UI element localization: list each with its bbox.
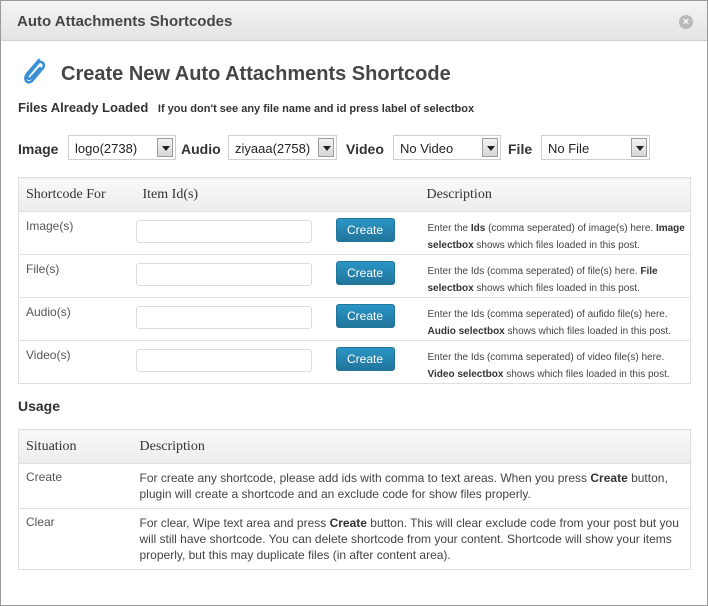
chevron-down-icon <box>631 138 647 157</box>
file-select[interactable]: No File <box>541 135 650 160</box>
chevron-down-icon <box>318 138 334 157</box>
usage-description: For clear, Wipe text area and press Crea… <box>139 516 679 562</box>
video-select-label[interactable]: Video <box>346 141 384 157</box>
row-label: Video(s) <box>26 348 71 362</box>
table-row: Audio(s) Create Enter the Ids (comma sep… <box>18 297 691 341</box>
table-row: Video(s) Create Enter the Ids (comma sep… <box>19 341 691 384</box>
row-description: Enter the Ids (comma seperated) of video… <box>427 352 670 380</box>
chevron-down-icon <box>157 138 173 157</box>
image-ids-input[interactable] <box>135 220 312 243</box>
usage-heading: Usage <box>18 398 61 414</box>
image-select-value: logo(2738) <box>75 141 138 156</box>
column-header: Situation <box>18 429 133 464</box>
column-header: Shortcode For <box>18 177 136 212</box>
close-icon[interactable]: × <box>679 15 693 29</box>
column-header: Description <box>419 177 691 212</box>
table-row: Create For create any shortcode, please … <box>18 463 691 509</box>
audio-select-value: ziyaaa(2758) <box>235 141 311 156</box>
image-select[interactable]: logo(2738) <box>68 135 176 160</box>
audio-ids-input[interactable] <box>135 306 312 329</box>
page-heading: Create New Auto Attachments Shortcode <box>19 57 451 91</box>
video-select-value: No Video <box>400 141 454 156</box>
create-audio-button[interactable]: Create <box>335 304 395 328</box>
page-title: Create New Auto Attachments Shortcode <box>61 62 451 85</box>
image-select-label[interactable]: Image <box>18 141 58 157</box>
usage-situation: Create <box>18 463 133 509</box>
file-select-label[interactable]: File <box>508 141 532 157</box>
paperclip-icon <box>24 58 46 84</box>
shortcode-table: Shortcode For Item Id(s) Description Ima… <box>18 177 691 384</box>
dialog: Auto Attachments Shortcodes × Create New… <box>0 0 708 606</box>
row-label: File(s) <box>18 254 136 298</box>
column-header <box>335 177 420 212</box>
usage-table: Situation Description Create For create … <box>18 429 691 570</box>
row-label: Audio(s) <box>18 297 136 341</box>
usage-description: For create any shortcode, please add ids… <box>132 463 691 509</box>
file-select-value: No File <box>548 141 590 156</box>
video-select[interactable]: No Video <box>393 135 501 160</box>
table-row: Image(s) Create Enter the Ids (comma sep… <box>18 211 691 255</box>
column-header: Description <box>132 429 691 464</box>
usage-situation: Clear <box>26 515 55 529</box>
row-description: Enter the Ids (comma seperated) of file(… <box>419 254 691 298</box>
row-description: Enter the Ids (comma seperated) of image… <box>419 211 691 255</box>
dialog-title: Auto Attachments Shortcodes <box>17 13 233 30</box>
audio-select-label[interactable]: Audio <box>181 141 221 157</box>
files-loaded-label: Files Already Loaded If you don't see an… <box>18 100 474 115</box>
file-ids-input[interactable] <box>135 263 312 286</box>
video-ids-input[interactable] <box>135 349 312 372</box>
table-row: Clear For clear, Wipe text area and pres… <box>19 509 691 570</box>
table-row: File(s) Create Enter the Ids (comma sepe… <box>18 254 691 298</box>
chevron-down-icon <box>482 138 498 157</box>
files-loaded-title: Files Already Loaded <box>18 100 149 115</box>
create-file-button[interactable]: Create <box>335 261 395 285</box>
row-label: Image(s) <box>18 211 136 255</box>
files-loaded-hint: If you don't see any file name and id pr… <box>157 103 475 115</box>
audio-select[interactable]: ziyaaa(2758) <box>228 135 337 160</box>
create-video-button[interactable]: Create <box>335 347 395 371</box>
dialog-titlebar: Auto Attachments Shortcodes × <box>1 1 707 41</box>
create-image-button[interactable]: Create <box>335 218 395 242</box>
column-header: Item Id(s) <box>135 177 336 212</box>
row-description: Enter the Ids (comma seperated) of aufid… <box>419 297 691 341</box>
